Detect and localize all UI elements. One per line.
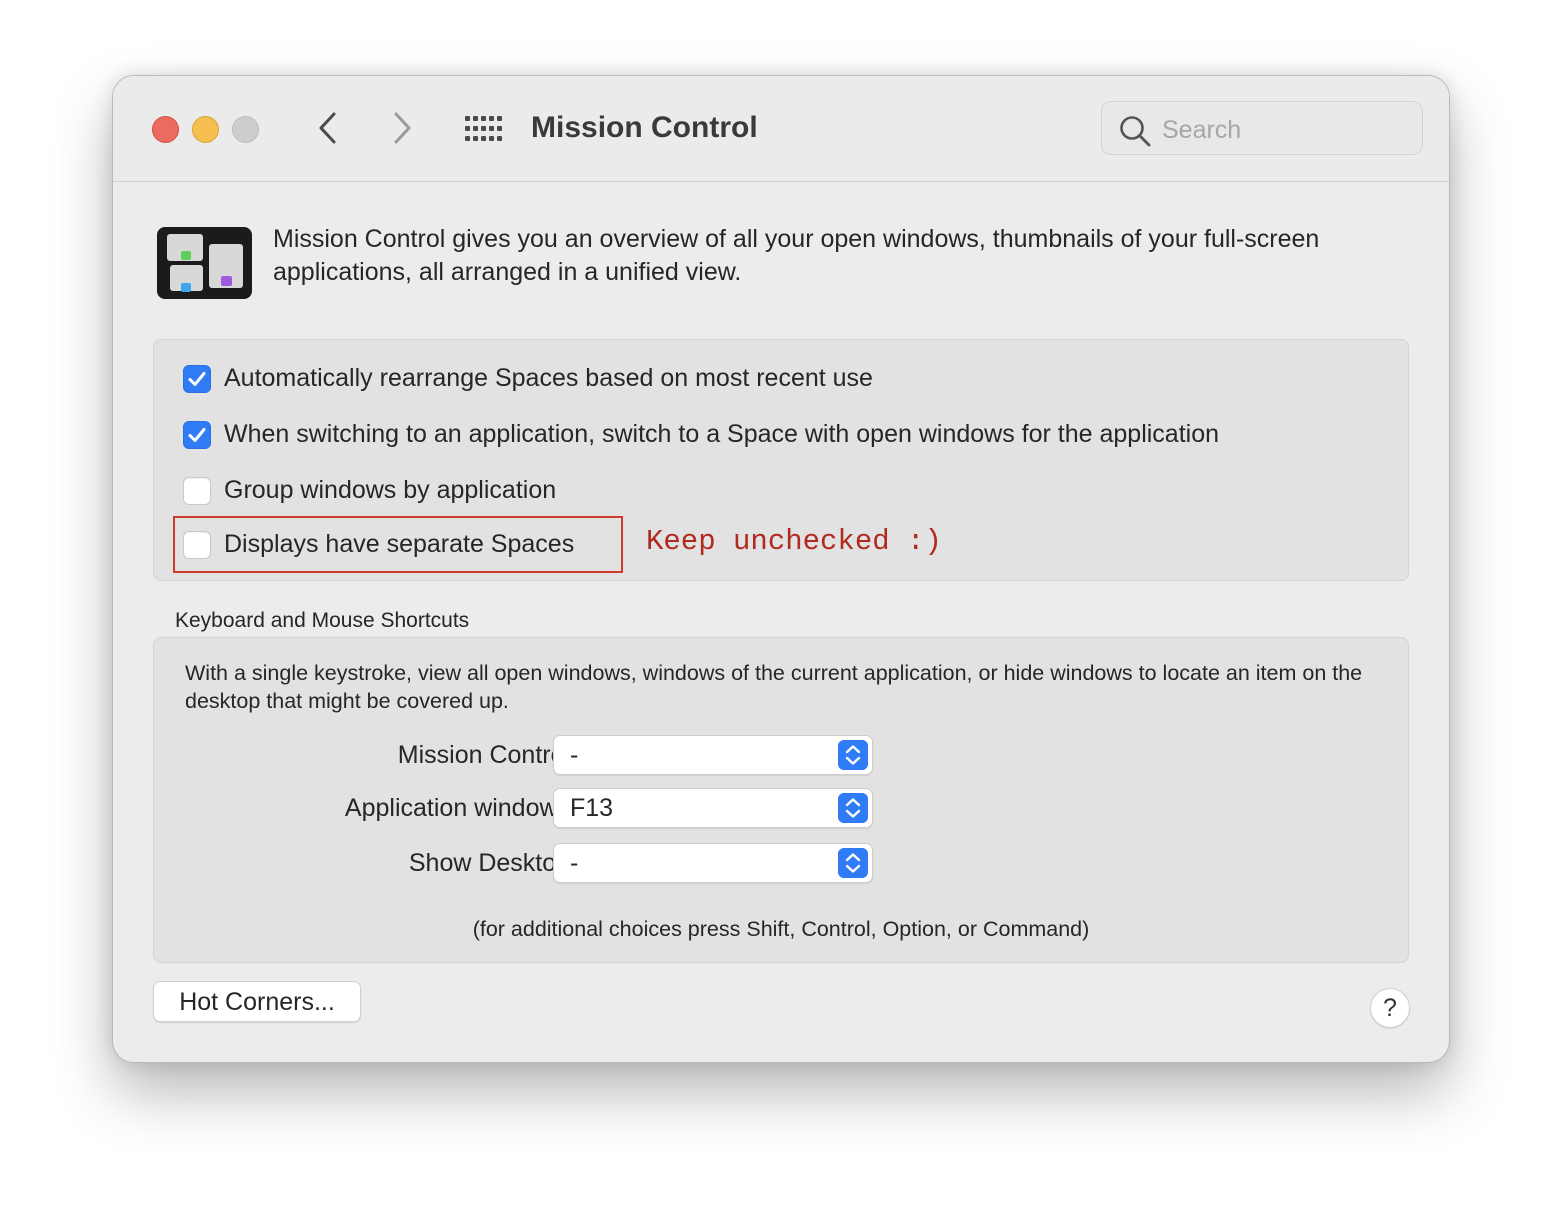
updown-chevron-icon[interactable]	[838, 793, 868, 823]
close-window-button[interactable]	[152, 116, 179, 143]
help-button[interactable]: ?	[1370, 988, 1410, 1028]
hot-corners-button[interactable]: Hot Corners...	[153, 981, 361, 1022]
intro-description: Mission Control gives you an overview of…	[273, 225, 1320, 286]
shortcut-select-show-desktop[interactable]: -	[553, 843, 873, 883]
show-all-grid-icon	[465, 116, 502, 141]
minimize-window-button[interactable]	[192, 116, 219, 143]
preferences-window: Mission Control Mission Control gives yo…	[112, 75, 1450, 1063]
search-icon	[1120, 116, 1151, 147]
shortcut-label: Application windows:	[344, 794, 577, 822]
shortcuts-description: With a single keystroke, view all open w…	[185, 661, 1363, 713]
shortcuts-footnote: (for additional choices press Shift, Con…	[472, 917, 1090, 941]
option-label: When switching to an application, switch…	[224, 420, 1220, 448]
option-switch-to-space[interactable]: When switching to an application, switch…	[183, 420, 1219, 449]
shortcuts-section-label: Keyboard and Mouse Shortcuts	[175, 609, 470, 632]
checkbox-checked[interactable]	[183, 420, 211, 449]
option-label: Group windows by application	[224, 476, 557, 504]
mission-control-app-icon	[157, 227, 252, 299]
select-value: F13	[570, 794, 614, 822]
chevron-left-icon	[319, 112, 336, 144]
shortcut-select-mission-control[interactable]: -	[553, 735, 873, 775]
select-value: -	[570, 741, 579, 769]
option-label: Automatically rearrange Spaces based on …	[224, 364, 873, 392]
forward-button[interactable]	[386, 110, 418, 146]
option-auto-rearrange-spaces[interactable]: Automatically rearrange Spaces based on …	[183, 364, 873, 393]
updown-chevron-icon[interactable]	[838, 740, 868, 770]
shortcut-label: Mission Control:	[397, 741, 577, 769]
shortcut-row-mission-control: Mission Control: -	[153, 735, 873, 775]
search-input[interactable]	[1160, 112, 1414, 148]
annotation-note: Keep unchecked :)	[646, 525, 942, 558]
show-all-button[interactable]	[463, 114, 503, 144]
shortcut-row-application-windows: Application windows: F13	[153, 788, 873, 828]
select-value: -	[570, 849, 579, 877]
checkmark-icon	[188, 427, 206, 442]
chevron-right-icon	[394, 112, 411, 144]
option-group-windows[interactable]: Group windows by application	[183, 476, 556, 505]
title-bar: Mission Control	[113, 76, 1449, 182]
back-button[interactable]	[312, 110, 344, 146]
checkbox-checked[interactable]	[183, 364, 211, 393]
window-title: Mission Control	[531, 111, 758, 144]
search-field[interactable]	[1101, 101, 1423, 155]
checkmark-icon	[188, 371, 206, 386]
shortcut-select-application-windows[interactable]: F13	[553, 788, 873, 828]
zoom-window-button[interactable]	[232, 116, 259, 143]
annotation-highlight-box	[173, 516, 623, 573]
updown-chevron-icon[interactable]	[838, 848, 868, 878]
checkbox-unchecked[interactable]	[183, 476, 211, 505]
shortcut-row-show-desktop: Show Desktop: -	[153, 843, 873, 883]
shortcut-label: Show Desktop:	[408, 849, 577, 877]
